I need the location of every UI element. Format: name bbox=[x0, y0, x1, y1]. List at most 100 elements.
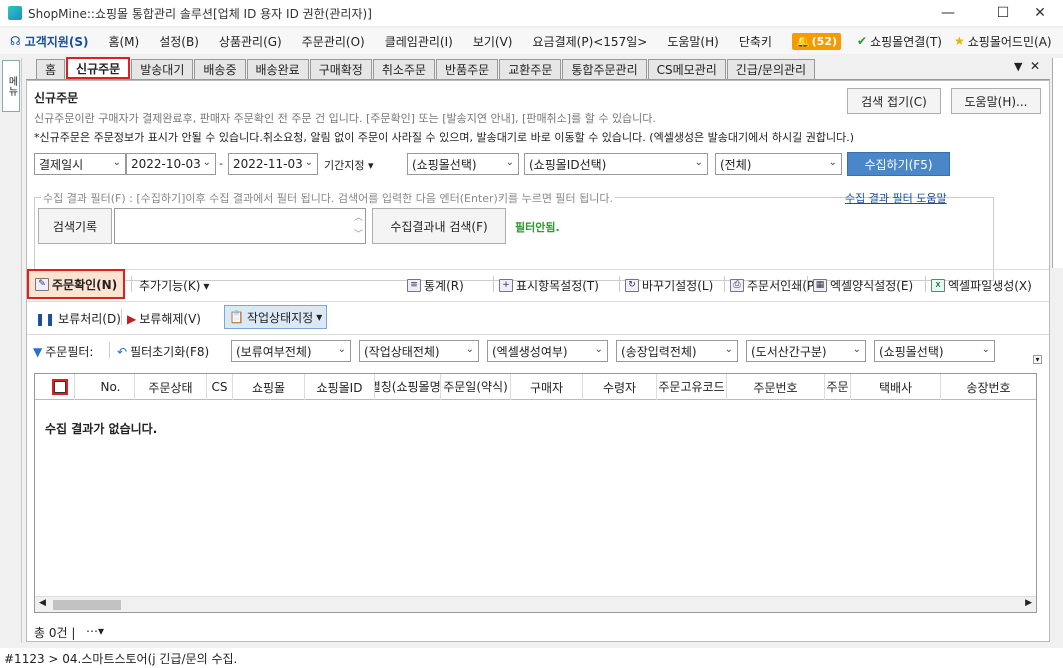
mall-filter-select[interactable]: (쇼핑몰선택) ⌄ bbox=[874, 340, 995, 362]
menu-bar: ☊ 고객지원(S) 홈(M) 설정(B) 상품관리(G) 주문관리(O) 클레임… bbox=[0, 28, 1063, 54]
work-status-filter-select[interactable]: (작업상태전체) ⌄ bbox=[359, 340, 479, 362]
col-no[interactable]: No. bbox=[87, 374, 135, 400]
menu-help[interactable]: 도움말(H) bbox=[657, 28, 729, 54]
col-order-status[interactable]: 주문상태 bbox=[135, 374, 207, 400]
help-button[interactable]: 도움말(H)... bbox=[951, 88, 1041, 114]
extra-functions-dropdown[interactable]: 추가기능(K) ▾ bbox=[139, 277, 209, 294]
filter-search-button[interactable]: 수집결과내 검색(F) bbox=[372, 208, 506, 244]
mall-select[interactable]: (쇼핑몰선택) ⌄ bbox=[407, 153, 519, 175]
tab-returns[interactable]: 반품주문 bbox=[436, 59, 499, 79]
tab-cs-memo[interactable]: CS메모관리 bbox=[647, 59, 726, 79]
menu-billing[interactable]: 요금결제(P)<157일> bbox=[522, 28, 657, 54]
col-order-short[interactable]: 주문 bbox=[825, 374, 851, 400]
side-menu-tab[interactable]: 메뉴 bbox=[2, 60, 20, 112]
tab-new-orders[interactable]: 신규주문 bbox=[66, 57, 131, 79]
select-all-checkbox[interactable] bbox=[51, 379, 68, 395]
stats-button[interactable]: ≡ 통계(R) bbox=[407, 277, 464, 294]
tab-awaiting-shipment[interactable]: 발송대기 bbox=[131, 59, 194, 79]
menu-claims[interactable]: 클레임관리(I) bbox=[375, 28, 463, 54]
printer-icon: ⎙ bbox=[730, 279, 744, 292]
scroll-down-icon: ﹀ bbox=[353, 230, 363, 240]
work-status-dropdown[interactable]: 📋 작업상태지정 ▾ bbox=[224, 305, 328, 329]
col-invoice-number[interactable]: 송장번호 bbox=[941, 374, 1036, 400]
date-type-select[interactable]: 결제일시 ⌄ bbox=[34, 153, 126, 175]
print-order-button[interactable]: ⎙ 주문서인쇄(P) bbox=[730, 277, 819, 294]
tab-exchanges[interactable]: 교환주문 bbox=[499, 59, 562, 79]
tab-urgent-inquiry[interactable]: 긴급/문의관리 bbox=[726, 59, 816, 79]
right-side-rail[interactable] bbox=[1052, 58, 1063, 268]
menu-mall-connect[interactable]: ✔ 쇼핑몰연결(T) bbox=[851, 28, 948, 54]
all-select[interactable]: (전체) ⌄ bbox=[715, 153, 842, 175]
collect-button[interactable]: 수집하기(F5) bbox=[847, 152, 950, 176]
col-order-code[interactable]: 주문고유코드 bbox=[657, 374, 727, 400]
menu-mall-admin[interactable]: ★ 쇼핑몰어드민(A) bbox=[948, 28, 1058, 54]
status-bar: 총 0건 | ⋯▾ bbox=[26, 622, 1050, 642]
page-notice: *신규주문은 주문정보가 표시가 안될 수 있습니다.취소요청, 알림 없이 주… bbox=[34, 131, 855, 144]
tab-delivered[interactable]: 배송완료 bbox=[246, 59, 309, 79]
menu-support[interactable]: ☊ 고객지원(S) bbox=[0, 28, 98, 54]
filter-input[interactable]: ︿ ﹀ bbox=[114, 208, 366, 244]
date-to-picker[interactable]: 2022-11-03 ⌄ bbox=[228, 153, 318, 175]
mall-id-select[interactable]: (쇼핑몰ID선택) ⌄ bbox=[524, 153, 708, 175]
tab-cancelled[interactable]: 취소주문 bbox=[372, 59, 436, 79]
excel-grid-icon: ▦ bbox=[813, 279, 827, 292]
order-grid: No. 주문상태 CS 쇼핑몰 쇼핑몰ID 별칭(쇼핑몰명) 주문일(약식) 구… bbox=[34, 373, 1037, 613]
alert-button[interactable]: 🔔 (52) bbox=[782, 28, 851, 54]
col-receiver[interactable]: 수령자 bbox=[583, 374, 657, 400]
order-filter-label: ▼ 주문필터: bbox=[33, 344, 94, 360]
unhold-button[interactable]: ▶ 보류해제(V) bbox=[127, 310, 201, 327]
menu-view[interactable]: 보기(V) bbox=[463, 28, 523, 54]
horizontal-scrollbar[interactable]: ◀ ▶ bbox=[35, 596, 1036, 612]
invoice-filter-select[interactable]: (송장입력전체) ⌄ bbox=[616, 340, 738, 362]
minimize-button[interactable]: — bbox=[925, 0, 971, 26]
chevron-down-icon: ⌄ bbox=[304, 157, 313, 168]
excel-gen-filter-select[interactable]: (엑셀생성여부) ⌄ bbox=[487, 340, 608, 362]
date-from-picker[interactable]: 2022-10-03 ⌄ bbox=[126, 153, 216, 175]
tab-in-delivery[interactable]: 배송중 bbox=[194, 59, 246, 79]
col-mall[interactable]: 쇼핑몰 bbox=[233, 374, 305, 400]
tab-dropdown-icon[interactable]: ▼ bbox=[1014, 60, 1022, 73]
title-bar: ShopMine::쇼핑몰 통합관리 솔루션[업체 ID 용자 ID 권한(관리… bbox=[0, 0, 1063, 26]
menu-shortcuts[interactable]: 단축키 bbox=[729, 28, 782, 54]
page-description: 신규주문이란 구매자가 결제완료후, 판매자 주문확인 전 주문 건 입니다. … bbox=[34, 112, 656, 125]
tab-integrated-orders[interactable]: 통합주문관리 bbox=[562, 59, 647, 79]
tab-purchase-confirmed[interactable]: 구매확정 bbox=[309, 59, 372, 79]
close-button[interactable]: ✕ bbox=[1017, 0, 1063, 26]
tab-close-icon[interactable]: ✕ bbox=[1030, 59, 1040, 73]
chevron-down-icon: ⌄ bbox=[594, 344, 603, 355]
col-courier[interactable]: 택배사 bbox=[851, 374, 941, 400]
stats-icon: ≡ bbox=[407, 279, 421, 292]
pause-icon: ❚❚ bbox=[35, 311, 56, 326]
clipboard-icon: 📋 bbox=[229, 310, 244, 324]
island-filter-select[interactable]: (도서산간구분) ⌄ bbox=[746, 340, 866, 362]
col-buyer[interactable]: 구매자 bbox=[511, 374, 583, 400]
more-options[interactable]: ⋯▾ bbox=[86, 624, 104, 638]
tab-home[interactable]: 홈 bbox=[36, 59, 66, 79]
col-cs[interactable]: CS bbox=[207, 374, 233, 400]
menu-orders[interactable]: 주문관리(O) bbox=[292, 28, 375, 54]
collapse-search-button[interactable]: 검색 접기(C) bbox=[847, 88, 941, 114]
replace-settings-button[interactable]: ↻ 바꾸기설정(L) bbox=[625, 277, 713, 294]
filter-help-link[interactable]: 수집 결과 필터 도움말 bbox=[845, 190, 947, 206]
scroll-up-icon: ︿ bbox=[353, 213, 363, 223]
filter-reset-button[interactable]: ↶ 필터초기화(F8) bbox=[117, 343, 209, 360]
column-settings-button[interactable]: + 표시항목설정(T) bbox=[499, 277, 599, 294]
expand-toolbar-icon[interactable]: ▾ bbox=[1033, 355, 1042, 364]
hold-button[interactable]: ❚❚ 보류처리(D) bbox=[35, 310, 121, 327]
excel-file-button[interactable]: x 엑셀파일생성(X) bbox=[931, 277, 1032, 294]
main-panel: 신규주문 신규주문이란 구매자가 결제완료후, 판매자 주문확인 전 주문 건 … bbox=[26, 80, 1050, 642]
period-dropdown[interactable]: 기간지정 ▾ bbox=[324, 157, 374, 173]
col-alias[interactable]: 별칭(쇼핑몰명) bbox=[375, 374, 441, 400]
scroll-thumb[interactable] bbox=[53, 600, 121, 610]
col-mall-id[interactable]: 쇼핑몰ID bbox=[305, 374, 375, 400]
menu-products[interactable]: 상품관리(G) bbox=[209, 28, 292, 54]
confirm-order-button[interactable]: ✎ 주문확인(N) bbox=[26, 269, 126, 299]
col-order-number[interactable]: 주문번호 bbox=[727, 374, 825, 400]
hold-filter-select[interactable]: (보류여부전체) ⌄ bbox=[231, 340, 351, 362]
check-circle-icon: ✔ bbox=[857, 34, 868, 48]
menu-home[interactable]: 홈(M) bbox=[98, 28, 149, 54]
excel-format-button[interactable]: ▦ 엑셀양식설정(E) bbox=[813, 277, 913, 294]
search-history-button[interactable]: 검색기록 bbox=[38, 208, 112, 244]
menu-settings[interactable]: 설정(B) bbox=[149, 28, 209, 54]
col-order-date[interactable]: 주문일(약식) bbox=[441, 374, 511, 400]
